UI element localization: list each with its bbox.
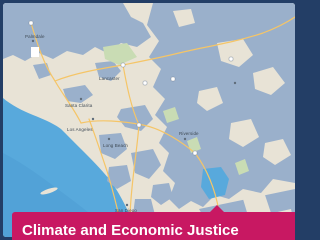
- place-label-long-beach: Long Beach: [103, 143, 129, 148]
- place-label-los-angeles: Los Angeles: [67, 127, 93, 132]
- map-card[interactable]: Palmdale Lancaster Santa Clarita Los Ang…: [3, 3, 295, 237]
- place-label-lancaster: Lancaster: [99, 76, 120, 81]
- caption-title[interactable]: Climate and Economic Justice: [22, 223, 239, 238]
- map-canvas[interactable]: [3, 3, 295, 237]
- place-label-palmdale: Palmdale: [25, 34, 45, 39]
- place-label-riverside: Riverside: [179, 131, 199, 136]
- place-label-santa-clarita: Santa Clarita: [65, 103, 93, 108]
- urban-patch: [31, 47, 39, 57]
